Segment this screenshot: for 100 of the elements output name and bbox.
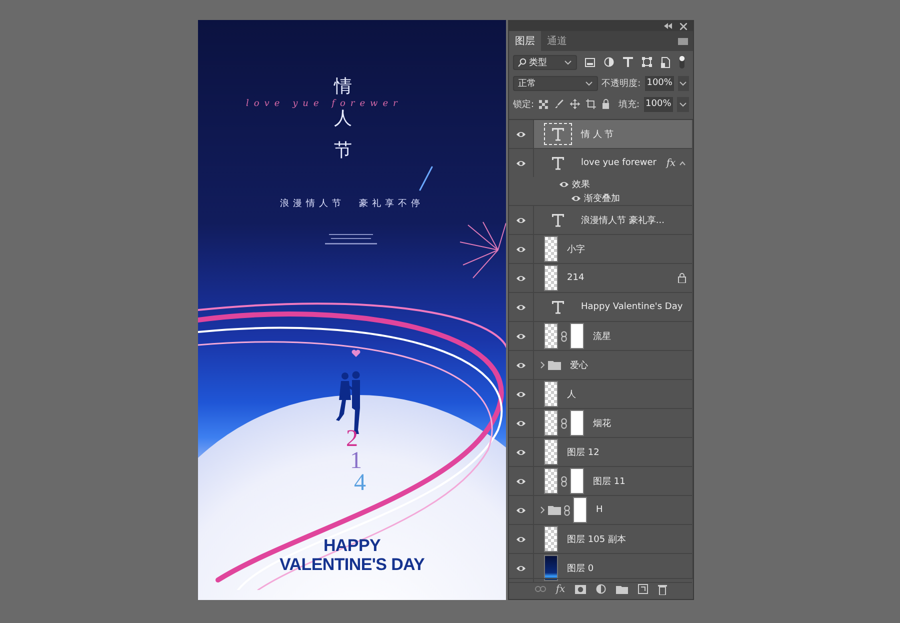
smart-object-filter-icon[interactable] (660, 56, 670, 68)
link-chain-icon (561, 330, 567, 342)
visibility-eye-icon[interactable] (516, 506, 526, 514)
adjustment-icon[interactable] (596, 584, 606, 594)
panel-tab[interactable]: 图层 (509, 31, 541, 51)
blend-mode-dropdown[interactable]: 正常 (513, 76, 598, 90)
layer-name[interactable]: love yue forewer (581, 158, 656, 168)
layer-row[interactable]: 214 (509, 264, 692, 293)
artboard-icon[interactable] (586, 99, 596, 109)
fill-label: 填充: (618, 98, 640, 110)
visibility-eye-icon[interactable] (559, 180, 569, 188)
layer-row[interactable]: 人 (509, 380, 692, 409)
text-layer-icon (552, 300, 564, 314)
layer-row[interactable]: 图层 0 (509, 554, 692, 583)
adjustment-filter-icon[interactable] (604, 57, 614, 67)
visibility-eye-icon[interactable] (516, 130, 526, 138)
script-text: love yue forewer (246, 99, 402, 109)
visibility-eye-icon[interactable] (516, 390, 526, 398)
menu-icon[interactable] (678, 38, 688, 44)
opacity-field[interactable]: 100% (644, 76, 674, 90)
fireworks-drawing (458, 220, 506, 280)
layer-thumbnail (544, 439, 558, 465)
expand-caret-icon[interactable] (540, 506, 545, 514)
layer-name[interactable]: 214 (567, 273, 584, 283)
layer-row[interactable]: 流星 (509, 322, 692, 351)
layer-name[interactable]: 图层 11 (593, 474, 626, 488)
lock-pixels-icon[interactable] (539, 100, 548, 108)
layer-name[interactable]: H (596, 505, 603, 515)
visibility-eye-icon[interactable] (516, 304, 526, 310)
folder-icon (548, 360, 561, 370)
visibility-eye-icon[interactable] (516, 160, 526, 166)
visibility-eye-icon[interactable] (516, 362, 526, 368)
layer-name[interactable]: 烟花 (593, 416, 611, 430)
visibility-eye-icon[interactable] (516, 246, 526, 252)
layer-row[interactable]: H (509, 496, 692, 525)
layer-name[interactable]: 人 (567, 388, 576, 400)
layer-thumbnail (544, 526, 558, 552)
visibility-eye-icon[interactable] (516, 332, 526, 340)
layer-name[interactable]: 情 人 节 (581, 128, 614, 140)
filter-dropdown[interactable]: 类型 (513, 54, 577, 70)
caret-icon (564, 60, 572, 64)
layer-name[interactable]: 图层 12 (567, 446, 600, 458)
move-icon[interactable] (570, 99, 580, 109)
layer-row[interactable]: 图层 105 副本 (509, 525, 692, 554)
new-layer-icon[interactable] (638, 584, 648, 594)
date-digit: 2 (346, 428, 358, 450)
layer-row[interactable]: 小字 (509, 235, 692, 264)
mask-thumbnail (570, 468, 584, 494)
headline-text: HAPPY (323, 536, 381, 555)
visibility-eye-icon[interactable] (516, 536, 526, 542)
fill-field[interactable]: 100% (644, 96, 674, 112)
visibility-eye-icon[interactable] (516, 216, 526, 224)
layer-row[interactable]: 图层 11 (509, 467, 692, 496)
visibility-eye-icon[interactable] (516, 420, 526, 426)
layer-row[interactable]: 图层 12 (509, 438, 692, 467)
filter-toggle-icon[interactable] (678, 55, 685, 69)
search-icon (518, 58, 526, 66)
headline-text: VALENTINE'S DAY (279, 555, 424, 574)
mask-icon[interactable] (575, 584, 586, 594)
shape-filter-icon[interactable] (642, 57, 652, 67)
layer-name[interactable]: 图层 105 副本 (567, 532, 626, 546)
layer-row[interactable]: 爱心 (509, 351, 692, 380)
visibility-eye-icon[interactable] (516, 448, 526, 456)
title-character: 节 (334, 141, 352, 161)
effects-label[interactable]: 效果 (572, 178, 590, 190)
layer-row[interactable]: 烟花 (509, 409, 692, 438)
layer-row[interactable]: love yue forewer fx 效果 渐变叠加 (509, 149, 692, 206)
layer-name[interactable]: 浪漫情人节 豪礼享... (581, 214, 664, 226)
image-filter-icon[interactable] (585, 58, 596, 66)
lock-icon[interactable] (602, 99, 610, 109)
text-layer-icon (552, 128, 564, 140)
caret-icon (679, 80, 688, 86)
collapse-icon[interactable] (664, 23, 672, 29)
visibility-eye-icon[interactable] (516, 274, 526, 282)
effect-name[interactable]: 渐变叠加 (584, 192, 620, 204)
layer-name[interactable]: 流星 (593, 330, 611, 342)
date-digit: 1 (350, 450, 362, 472)
visibility-eye-icon[interactable] (571, 194, 581, 202)
close-icon[interactable] (680, 22, 687, 30)
layer-name[interactable]: 小字 (567, 242, 585, 256)
layer-name[interactable]: 爱心 (570, 358, 588, 372)
panel-tab[interactable]: 通道 (541, 31, 573, 51)
opacity-dropdown-button[interactable] (678, 76, 689, 90)
layer-row[interactable]: 浪漫情人节 豪礼享... (509, 206, 692, 235)
collapse-caret-icon[interactable] (678, 160, 686, 166)
text-filter-icon[interactable] (623, 57, 634, 67)
visibility-eye-icon[interactable] (516, 564, 526, 572)
layer-row[interactable]: Happy Valentine's Day (509, 293, 692, 322)
add-style-button[interactable]: fx (556, 584, 566, 594)
layer-name[interactable]: Happy Valentine's Day (581, 302, 683, 312)
expand-caret-icon[interactable] (540, 361, 545, 369)
trash-icon[interactable] (658, 584, 668, 594)
visibility-eye-icon[interactable] (516, 478, 526, 484)
layer-name[interactable]: 图层 0 (567, 562, 594, 574)
layer-thumbnail (544, 265, 558, 291)
layer-thumbnail (544, 381, 558, 407)
layer-thumbnail (544, 555, 558, 581)
fill-dropdown-button[interactable] (677, 96, 689, 112)
folder-icon[interactable] (616, 584, 628, 594)
brush-icon[interactable] (554, 99, 564, 109)
